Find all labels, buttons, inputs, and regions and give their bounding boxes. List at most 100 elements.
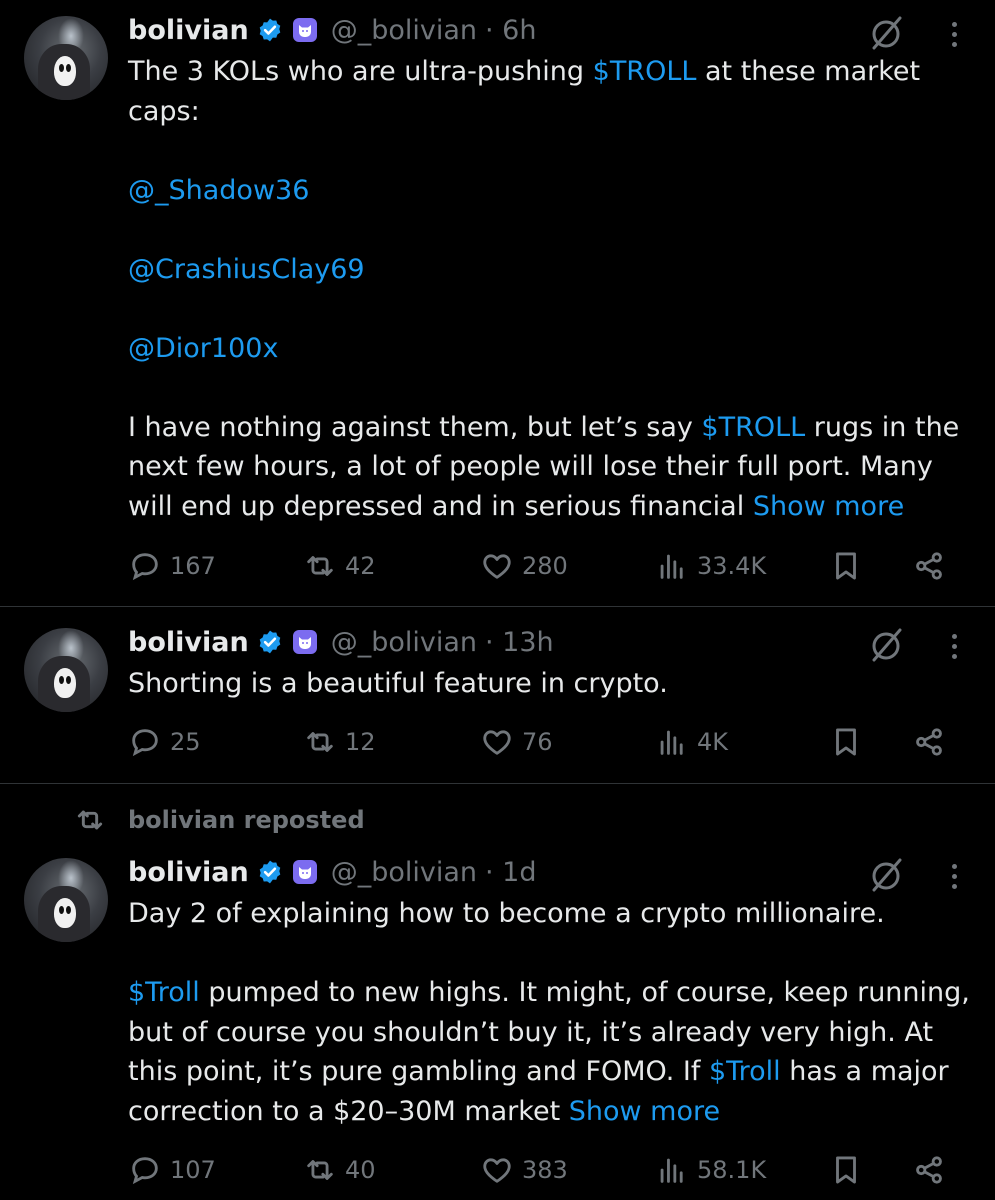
like-button[interactable]: 383 [480,1150,568,1190]
verified-check-icon [259,860,280,884]
bookmark-icon [836,552,856,580]
text-run: Day 2 of explaining how to become a cryp… [128,898,885,929]
speech-bubble-icon [132,553,158,581]
text-run: Shorting is a beautiful feature in crypt… [128,668,668,699]
share-button[interactable] [912,722,946,762]
paragraph: @CrashiusClay69 [128,250,973,290]
cashtag-link[interactable]: $Troll [128,977,200,1008]
cashtag-link[interactable]: $TROLL [593,56,697,87]
bookmark-button[interactable] [829,722,863,762]
handle[interactable]: @_bolivian [331,15,477,46]
vertical-dots-icon[interactable] [942,16,966,52]
repost-button[interactable]: 42 [303,546,376,586]
paragraph: The 3 KOLs who are ultra-pushing $TROLL … [128,52,973,131]
avatar[interactable] [24,628,108,712]
reply-button[interactable]: 107 [128,1150,216,1190]
like-button[interactable]: 280 [480,546,568,586]
avatar[interactable] [24,16,108,100]
share-icon [916,1156,942,1184]
view-count: 58.1K [697,1156,767,1184]
timestamp[interactable]: · 6h [485,15,536,46]
show-more-link[interactable]: Show more [569,1096,720,1127]
grok-slash-circle-icon[interactable] [866,854,906,894]
heart-icon [483,1158,511,1183]
repost-button[interactable]: 12 [303,722,376,762]
view-count: 33.4K [697,552,767,580]
grok-slash-circle-icon[interactable] [866,624,906,664]
cashtag-link[interactable]: $Troll [709,1056,781,1087]
heart-icon [483,554,511,579]
paragraph: Day 2 of explaining how to become a cryp… [128,894,973,934]
repost-count: 12 [345,728,376,756]
reply-button[interactable]: 167 [128,546,216,586]
verified-check-icon [259,630,280,654]
share-button[interactable] [912,546,946,586]
divider [0,606,995,607]
repost-button[interactable]: 40 [303,1150,376,1190]
display-name[interactable]: bolivian [128,857,249,888]
repost-arrows-icon [307,556,333,576]
repost-arrows-icon [307,732,333,752]
paragraph: Shorting is a beautiful feature in crypt… [128,664,973,704]
bar-chart-icon [660,554,683,579]
handle[interactable]: @_bolivian [331,857,477,888]
like-count: 383 [522,1156,568,1184]
text-run: I have nothing against them, but let’s s… [128,411,702,443]
views-button[interactable]: 4K [655,722,728,762]
text-run: The 3 KOLs who are ultra-pushing [128,56,593,87]
like-button[interactable]: 76 [480,722,553,762]
repost-label[interactable]: bolivian reposted [128,806,365,834]
action-bar: 167 42 280 33.4K [128,546,958,586]
repost-arrows-icon [307,1160,333,1180]
display-name[interactable]: bolivian [128,15,249,46]
vertical-dots-icon[interactable] [942,858,966,894]
vertical-dots-icon[interactable] [942,628,966,664]
reply-count: 107 [170,1156,216,1184]
verified-check-icon [259,18,280,42]
timestamp[interactable]: · 1d [485,857,536,888]
show-more-link[interactable]: Show more [753,491,904,522]
repost-count: 42 [345,552,376,580]
bar-chart-icon [660,1158,683,1183]
bookmark-button[interactable] [829,1150,863,1190]
share-icon [916,552,942,580]
display-name[interactable]: bolivian [128,627,249,658]
mention-link[interactable]: @CrashiusClay69 [128,254,365,285]
paragraph: I have nothing against them, but let’s s… [128,408,973,527]
cashtag-link[interactable]: $TROLL [701,412,805,443]
tweet-header: bolivian @_bolivian · 6h [128,12,536,48]
tweet-text: Day 2 of explaining how to become a cryp… [128,894,973,1131]
views-button[interactable]: 33.4K [655,546,766,586]
paragraph: $Troll pumped to new highs. It might, of… [128,973,973,1131]
views-button[interactable]: 58.1K [655,1150,766,1190]
share-icon [916,728,942,756]
mention-link[interactable]: @_Shadow36 [128,175,309,206]
avatar[interactable] [24,858,108,942]
bookmark-icon [836,728,856,756]
tweet-text: Shorting is a beautiful feature in crypt… [128,664,973,704]
heart-icon [483,730,511,755]
cat-face-badge-icon [292,630,317,654]
bar-chart-icon [660,730,683,755]
mention-link[interactable]: @Dior100x [128,333,278,364]
share-button[interactable] [912,1150,946,1190]
timestamp[interactable]: · 13h [485,627,554,658]
bookmark-icon [836,1156,856,1184]
bookmark-button[interactable] [829,546,863,586]
action-bar: 107 40 383 58.1K [128,1150,958,1190]
handle[interactable]: @_bolivian [331,627,477,658]
cat-face-badge-icon [292,860,317,884]
grok-slash-circle-icon[interactable] [866,12,906,52]
divider [0,783,995,784]
reply-button[interactable]: 25 [128,722,201,762]
repost-arrows-icon [77,810,103,830]
cat-face-badge-icon [292,18,317,42]
speech-bubble-icon [132,1157,158,1185]
reply-count: 167 [170,552,216,580]
action-bar: 25 12 76 4K [128,722,958,762]
tweet-text: The 3 KOLs who are ultra-pushing $TROLL … [128,52,973,526]
